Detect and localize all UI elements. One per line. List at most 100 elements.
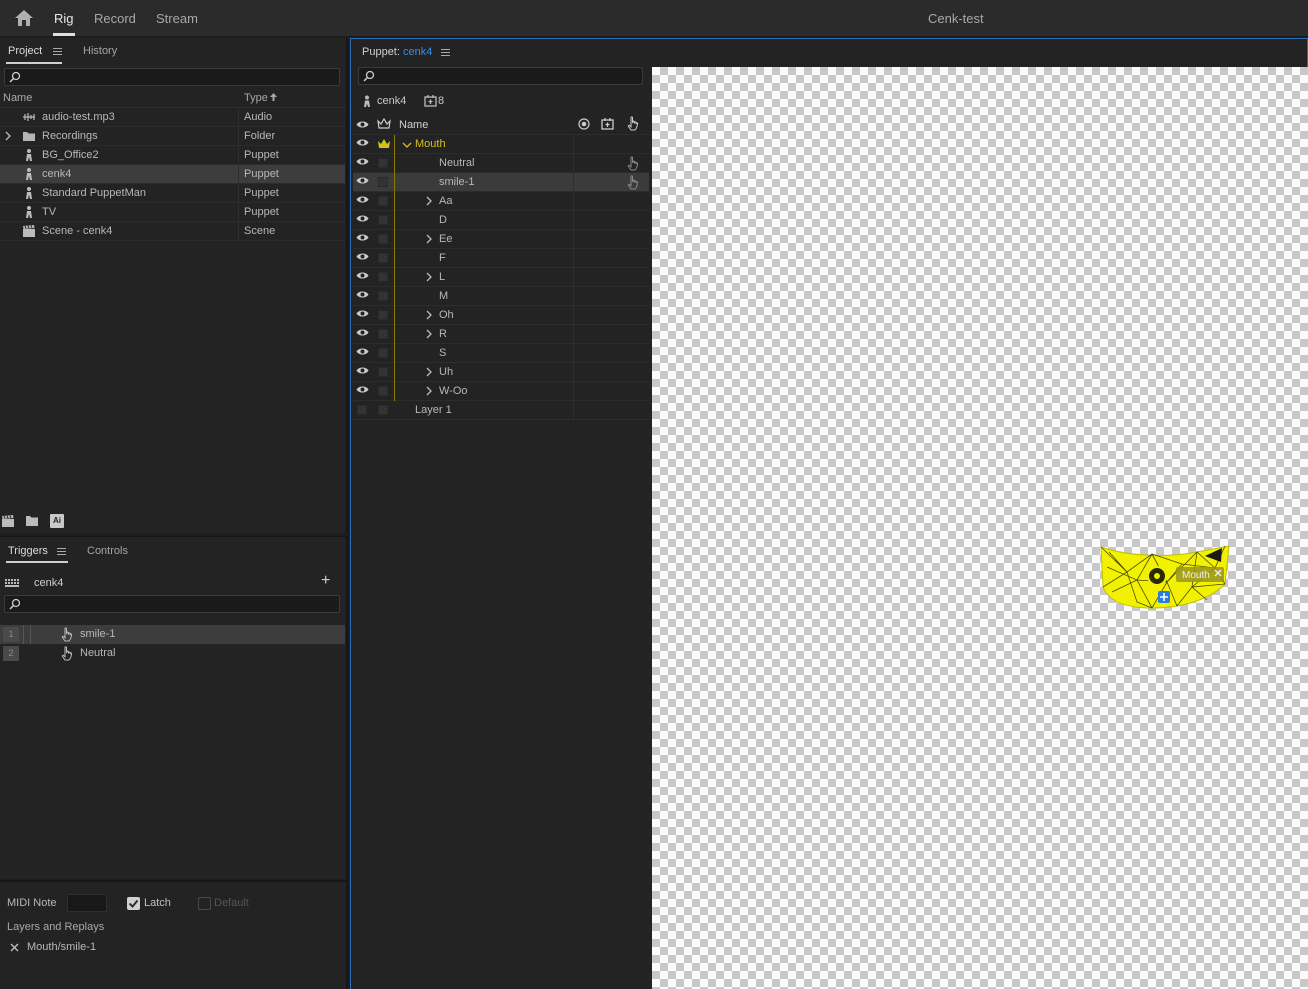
layer-row-uh[interactable]: Uh bbox=[353, 363, 649, 382]
new-scene-icon[interactable] bbox=[1, 514, 15, 528]
eye-icon[interactable] bbox=[356, 328, 369, 340]
layer-row-neutral[interactable]: Neutral bbox=[353, 154, 649, 173]
trigger-row-neutral[interactable]: 2 Neutral bbox=[0, 644, 345, 663]
layer-row-d[interactable]: D bbox=[353, 211, 649, 230]
layer-name: F bbox=[439, 252, 446, 264]
layer-row-f[interactable]: F bbox=[353, 249, 649, 268]
eye-icon[interactable] bbox=[356, 233, 369, 245]
trigger-row-smile[interactable]: 1 smile-1 bbox=[0, 625, 345, 644]
remove-icon[interactable] bbox=[10, 943, 19, 952]
layer-row-m[interactable]: M bbox=[353, 287, 649, 306]
group-line bbox=[394, 173, 395, 192]
project-item-scene-cenk4[interactable]: Scene - cenk4 Scene bbox=[0, 222, 345, 241]
project-footer: Ai bbox=[0, 512, 346, 532]
tab-controls[interactable]: Controls bbox=[87, 545, 128, 557]
eye-icon[interactable] bbox=[356, 214, 369, 226]
hand-trigger-icon[interactable] bbox=[626, 175, 640, 193]
eye-icon[interactable] bbox=[356, 157, 369, 169]
crown-icon[interactable] bbox=[377, 138, 391, 153]
project-search-input[interactable] bbox=[25, 69, 337, 85]
layer-row-aa[interactable]: Aa bbox=[353, 192, 649, 211]
project-item-cenk4[interactable]: cenk4 Puppet bbox=[0, 165, 345, 184]
independent-toggle[interactable] bbox=[378, 253, 388, 263]
layer-row-oh[interactable]: Oh bbox=[353, 306, 649, 325]
tab-stream[interactable]: Stream bbox=[156, 11, 198, 26]
chevron-down-icon[interactable] bbox=[401, 140, 413, 152]
independent-toggle[interactable] bbox=[378, 310, 388, 320]
triggers-menu-icon[interactable] bbox=[57, 548, 66, 556]
layer-row-mouth[interactable]: Mouth bbox=[353, 135, 649, 154]
hand-trigger-icon[interactable] bbox=[626, 156, 640, 174]
eye-icon[interactable] bbox=[356, 366, 369, 378]
new-folder-icon[interactable] bbox=[25, 515, 39, 527]
illustrator-icon[interactable]: Ai bbox=[50, 514, 64, 528]
project-item-standard-puppetman[interactable]: Standard PuppetMan Puppet bbox=[0, 184, 345, 203]
group-line bbox=[394, 230, 395, 249]
independent-toggle[interactable] bbox=[378, 386, 388, 396]
chevron-right-icon[interactable] bbox=[425, 195, 433, 210]
chevron-right-icon[interactable] bbox=[425, 385, 433, 400]
layer-row-s[interactable]: S bbox=[353, 344, 649, 363]
independent-toggle[interactable] bbox=[378, 367, 388, 377]
independent-toggle[interactable] bbox=[378, 291, 388, 301]
eye-icon[interactable] bbox=[356, 138, 369, 150]
project-item-bg-office2[interactable]: BG_Office2 Puppet bbox=[0, 146, 345, 165]
tab-triggers[interactable]: Triggers bbox=[8, 545, 48, 557]
layer-row-smile-1[interactable]: smile-1 bbox=[353, 173, 649, 192]
independent-toggle[interactable] bbox=[378, 405, 388, 415]
mouth-mesh[interactable]: Mouth bbox=[1097, 542, 1237, 617]
tab-project[interactable]: Project bbox=[8, 45, 42, 57]
independent-toggle[interactable] bbox=[378, 272, 388, 282]
eye-icon[interactable] bbox=[356, 347, 369, 359]
layer-row-l[interactable]: L bbox=[353, 268, 649, 287]
project-item-audio[interactable]: audio-test.mp3 Audio bbox=[0, 108, 345, 127]
independent-toggle[interactable] bbox=[378, 234, 388, 244]
tab-history[interactable]: History bbox=[83, 45, 117, 57]
layer-row-w-oo[interactable]: W-Oo bbox=[353, 382, 649, 401]
column-type-header[interactable]: Type bbox=[244, 92, 268, 104]
layer-row-r[interactable]: R bbox=[353, 325, 649, 344]
home-icon[interactable] bbox=[12, 8, 36, 28]
project-item-tv[interactable]: TV Puppet bbox=[0, 203, 345, 222]
independent-toggle[interactable] bbox=[378, 348, 388, 358]
eye-icon[interactable] bbox=[356, 195, 369, 207]
independent-toggle[interactable] bbox=[378, 196, 388, 206]
chevron-right-icon[interactable] bbox=[4, 130, 12, 142]
visibility-toggle[interactable] bbox=[357, 405, 367, 415]
latch-checkbox[interactable] bbox=[127, 897, 140, 910]
trigger-search-input[interactable] bbox=[25, 596, 337, 612]
crown-icon bbox=[377, 118, 391, 129]
eye-icon[interactable] bbox=[356, 290, 369, 302]
chevron-right-icon[interactable] bbox=[425, 366, 433, 381]
default-checkbox[interactable] bbox=[198, 897, 211, 910]
puppet-search-input[interactable] bbox=[379, 68, 640, 84]
project-search bbox=[4, 68, 340, 86]
chevron-right-icon[interactable] bbox=[425, 271, 433, 286]
layer-name: Oh bbox=[439, 309, 454, 321]
name-column-header[interactable]: Name bbox=[399, 119, 428, 131]
chevron-right-icon[interactable] bbox=[425, 233, 433, 248]
eye-icon[interactable] bbox=[356, 309, 369, 321]
independent-toggle[interactable] bbox=[378, 329, 388, 339]
eye-icon[interactable] bbox=[356, 176, 369, 188]
puppet-menu-icon[interactable] bbox=[441, 49, 450, 57]
puppet-canvas[interactable]: Mouth bbox=[652, 67, 1308, 989]
column-name-header[interactable]: Name bbox=[3, 92, 32, 104]
tab-rig[interactable]: Rig bbox=[53, 11, 75, 36]
independent-toggle[interactable] bbox=[378, 177, 388, 187]
layer-row-layer-1[interactable]: Layer 1 bbox=[353, 401, 649, 420]
tab-record[interactable]: Record bbox=[94, 11, 136, 26]
project-item-recordings[interactable]: Recordings Folder bbox=[0, 127, 345, 146]
eye-icon[interactable] bbox=[356, 271, 369, 283]
chevron-right-icon[interactable] bbox=[425, 309, 433, 324]
eye-icon[interactable] bbox=[356, 385, 369, 397]
independent-toggle[interactable] bbox=[378, 215, 388, 225]
add-trigger-button[interactable]: + bbox=[321, 572, 330, 590]
chevron-right-icon[interactable] bbox=[425, 328, 433, 343]
layer-row-ee[interactable]: Ee bbox=[353, 230, 649, 249]
project-menu-icon[interactable] bbox=[53, 48, 62, 56]
eye-icon[interactable] bbox=[356, 252, 369, 264]
eye-icon[interactable] bbox=[356, 120, 369, 129]
midi-note-input[interactable] bbox=[67, 894, 107, 912]
independent-toggle[interactable] bbox=[378, 158, 388, 168]
